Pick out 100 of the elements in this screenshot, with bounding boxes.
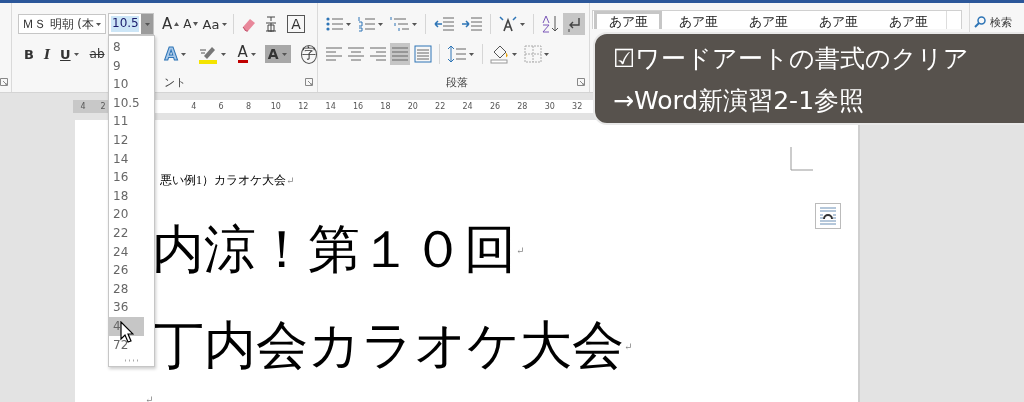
caret-icon xyxy=(543,51,550,57)
show-marks-button[interactable] xyxy=(563,13,585,35)
ruler-number: 4 xyxy=(80,102,86,111)
grow-font-button[interactable]: A xyxy=(160,13,182,35)
change-case-button[interactable]: Aa xyxy=(200,13,231,35)
ruler-number: 12 xyxy=(297,102,310,111)
line-spacing-icon xyxy=(447,45,467,63)
paragraph-mark: ↵ xyxy=(145,394,154,402)
caret-icon xyxy=(411,21,418,27)
bullet-list-icon xyxy=(326,16,344,32)
layout-options-icon xyxy=(818,206,838,226)
ruler-number: 10 xyxy=(269,102,282,111)
ruler-number: 2 xyxy=(100,102,106,111)
caret-icon xyxy=(345,21,352,27)
character-shading-button[interactable]: A xyxy=(264,45,291,63)
italic-button[interactable]: I xyxy=(41,43,52,65)
font-size-option[interactable]: 16 xyxy=(109,168,144,187)
font-size-option[interactable]: 9 xyxy=(109,56,144,76)
character-border-button[interactable]: A xyxy=(287,15,305,33)
font-size-option[interactable]: 14 xyxy=(109,149,144,169)
caret-icon xyxy=(280,51,288,57)
caret-icon xyxy=(72,51,80,57)
distributed-icon xyxy=(414,45,432,63)
font-size-option[interactable]: 8 xyxy=(109,38,144,57)
style-sample[interactable]: あア亜 xyxy=(734,11,802,29)
caption-text: →Word新演習2-1参照 xyxy=(613,85,866,117)
font-size-option[interactable]: 24 xyxy=(109,242,144,262)
highlighter-icon[interactable] xyxy=(197,44,218,64)
font-name-box[interactable]: ＭＳ 明朝 (本 xyxy=(18,14,106,34)
multilevel-list-icon xyxy=(390,16,410,32)
caret-icon xyxy=(511,51,518,57)
borders-icon xyxy=(524,45,542,63)
font-size-option[interactable]: 12 xyxy=(109,130,144,150)
dialog-launcher-icon[interactable] xyxy=(305,78,313,86)
paragraph-mark: ↵ xyxy=(286,175,295,186)
justify-button[interactable] xyxy=(390,43,410,65)
ruler-number: 4 xyxy=(190,102,198,111)
font-color-button[interactable]: A xyxy=(235,43,259,65)
font-size-box[interactable]: 10.5 xyxy=(108,13,154,35)
find-button[interactable]: 検索 xyxy=(970,12,1016,32)
caret-icon xyxy=(249,51,257,57)
ruler-number: 18 xyxy=(379,102,392,111)
numbered-list-icon xyxy=(358,16,376,32)
up-triangle-icon xyxy=(174,22,180,26)
caret-icon xyxy=(221,21,229,27)
caret-icon xyxy=(95,21,102,27)
line-spacing-button[interactable] xyxy=(445,43,477,65)
caret-icon xyxy=(179,51,187,57)
distribute-button[interactable] xyxy=(412,43,434,65)
font-size-option[interactable]: 18 xyxy=(109,186,144,206)
ruler-number: 30 xyxy=(543,102,556,111)
ruler-number: 14 xyxy=(324,102,337,111)
heading-text: 内涼！第１０回 xyxy=(152,220,516,280)
font-size-option[interactable]: 72 xyxy=(109,335,144,355)
paragraph-mark: ↵ xyxy=(624,340,633,352)
text-layout-icon xyxy=(498,15,518,33)
sort-icon xyxy=(541,15,559,33)
layout-options-button[interactable] xyxy=(815,203,841,229)
align-center-icon xyxy=(348,47,364,61)
style-sample[interactable]: あア亜 xyxy=(594,11,662,29)
caption-text: ☑ワードアートの書式のクリア xyxy=(613,43,971,75)
ruler-number: 26 xyxy=(488,102,502,111)
caret-icon xyxy=(377,21,384,27)
font-size-option[interactable]: 22 xyxy=(109,223,144,243)
align-right-icon xyxy=(370,47,386,61)
font-size-option[interactable]: 28 xyxy=(109,279,144,299)
paint-bucket-icon xyxy=(490,44,510,64)
ruler-number: 22 xyxy=(434,102,447,111)
underline-button[interactable]: U xyxy=(58,43,82,65)
style-sample[interactable]: あア亜 xyxy=(874,11,942,29)
dialog-launcher-icon[interactable] xyxy=(0,78,8,86)
crop-mark-icon xyxy=(790,147,814,171)
sort-button[interactable] xyxy=(539,13,561,35)
ruler-number: 24 xyxy=(461,102,474,111)
group-label: 段落 xyxy=(445,74,468,90)
ruler-number: 6 xyxy=(217,102,225,111)
increase-indent-icon xyxy=(461,16,483,32)
font-size-option[interactable]: 10.5 xyxy=(109,93,144,113)
font-size-option[interactable]: 10 xyxy=(109,75,144,94)
group-label: ント xyxy=(164,74,186,90)
align-left-icon xyxy=(326,47,342,61)
font-size-option[interactable]: 20 xyxy=(109,205,144,224)
shading-button[interactable] xyxy=(488,43,520,65)
paragraph-mark-icon xyxy=(565,15,583,33)
shrink-font-button[interactable]: A xyxy=(181,13,201,35)
caret-icon xyxy=(143,21,151,27)
style-sample[interactable]: あア亜 xyxy=(664,11,732,29)
style-sample[interactable]: あア亜 xyxy=(804,11,872,29)
strikethrough-button[interactable]: ab xyxy=(87,43,107,65)
caret-icon xyxy=(519,21,526,27)
search-icon xyxy=(974,16,986,28)
font-size-option[interactable]: 36 xyxy=(109,298,144,317)
ruler-number: 16 xyxy=(351,102,365,111)
dialog-launcher-icon[interactable] xyxy=(577,78,585,86)
bold-button[interactable]: B xyxy=(22,43,36,65)
font-size-option[interactable]: 11 xyxy=(109,112,144,131)
font-size-option[interactable]: 26 xyxy=(109,261,144,280)
caret-icon xyxy=(219,51,227,57)
justify-icon xyxy=(392,47,408,61)
down-triangle-icon xyxy=(193,22,199,26)
